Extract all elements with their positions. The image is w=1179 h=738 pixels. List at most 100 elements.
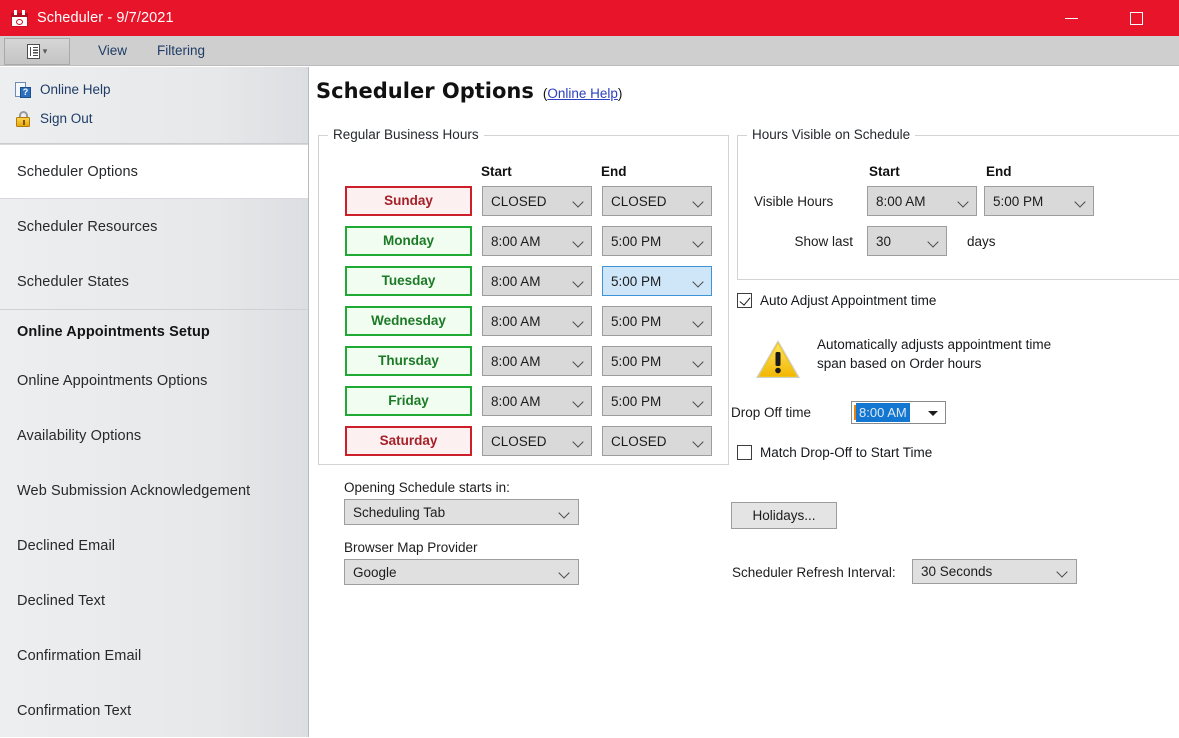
paren-close: ) [617, 86, 623, 101]
end-time-combo-wednesday[interactable]: 5:00 PM [602, 306, 712, 336]
end-time-combo-thursday[interactable]: 5:00 PM [602, 346, 712, 376]
holidays-button[interactable]: Holidays... [731, 502, 837, 529]
end-time-value: 5:00 PM [611, 233, 662, 249]
page-header: Scheduler Options (Online Help) [316, 79, 622, 103]
start-time-combo-thursday[interactable]: 8:00 AM [482, 346, 592, 376]
chevron-down-icon [692, 436, 704, 448]
opening-schedule-combo[interactable]: Scheduling Tab [344, 499, 579, 525]
sidebar-quicklink-label: Online Help [40, 82, 111, 97]
end-time-value: 5:00 PM [611, 313, 662, 329]
sidebar: ? Online Help Sign Out Scheduler Options… [0, 67, 309, 737]
business-hours-row-thursday: Thursday 8:00 AM 5:00 PM [345, 346, 712, 376]
day-chip-wednesday[interactable]: Wednesday [345, 306, 472, 336]
hours-visible-end-header: End [986, 164, 1012, 179]
sidebar-item-availability-options[interactable]: Availability Options [0, 408, 308, 463]
online-help-link[interactable]: Online Help [547, 86, 618, 101]
regular-business-hours-legend: Regular Business Hours [328, 127, 484, 142]
start-time-value: 8:00 AM [491, 353, 541, 369]
auto-adjust-description: Automatically adjusts appointment time s… [817, 335, 1051, 373]
start-time-value: 8:00 AM [491, 233, 541, 249]
help-document-icon: ? [15, 81, 31, 98]
day-chip-thursday[interactable]: Thursday [345, 346, 472, 376]
chevron-down-icon [558, 567, 570, 579]
visible-hours-label: Visible Hours [754, 193, 834, 209]
match-dropoff-checkbox-row[interactable]: Match Drop-Off to Start Time [737, 445, 932, 460]
start-time-value: CLOSED [491, 193, 547, 209]
chevron-down-icon [927, 236, 939, 248]
start-time-combo-tuesday[interactable]: 8:00 AM [482, 266, 592, 296]
sidebar-section-online-appointments-setup: Online Appointments Setup [0, 309, 308, 353]
start-time-combo-wednesday[interactable]: 8:00 AM [482, 306, 592, 336]
show-last-value: 30 [876, 233, 892, 249]
drop-off-time-label: Drop Off time [731, 405, 812, 420]
end-time-value: 5:00 PM [611, 353, 662, 369]
end-time-value: 5:00 PM [611, 393, 662, 409]
business-hours-row-wednesday: Wednesday 8:00 AM 5:00 PM [345, 306, 712, 336]
menu-item-view[interactable]: View [96, 40, 129, 61]
day-chip-friday[interactable]: Friday [345, 386, 472, 416]
start-time-combo-sunday[interactable]: CLOSED [482, 186, 592, 216]
sidebar-item-declined-email[interactable]: Declined Email [0, 518, 308, 573]
start-time-combo-monday[interactable]: 8:00 AM [482, 226, 592, 256]
start-time-combo-saturday[interactable]: CLOSED [482, 426, 592, 456]
start-time-combo-friday[interactable]: 8:00 AM [482, 386, 592, 416]
day-chip-saturday[interactable]: Saturday [345, 426, 472, 456]
sidebar-item-declined-text[interactable]: Declined Text [0, 573, 308, 628]
visible-hours-row: Visible Hours 8:00 AM 5:00 PM [754, 186, 1094, 216]
day-chip-monday[interactable]: Monday [345, 226, 472, 256]
visible-hours-start-combo[interactable]: 8:00 AM [867, 186, 977, 216]
hours-visible-group: Hours Visible on Schedule Start End Visi… [737, 127, 1179, 280]
business-hours-end-header: End [601, 164, 627, 179]
minimize-icon [1064, 17, 1078, 19]
page-help-wrapper: (Online Help) [543, 86, 623, 101]
show-last-label: Show last [794, 233, 853, 249]
refresh-interval-value: 30 Seconds [921, 564, 993, 579]
visible-hours-end-combo[interactable]: 5:00 PM [984, 186, 1094, 216]
day-chip-sunday[interactable]: Sunday [345, 186, 472, 216]
chevron-down-icon [1074, 196, 1086, 208]
business-hours-row-friday: Friday 8:00 AM 5:00 PM [345, 386, 712, 416]
sidebar-item-scheduler-resources[interactable]: Scheduler Resources [0, 199, 308, 254]
auto-adjust-description-line1: Automatically adjusts appointment time [817, 337, 1052, 352]
drop-off-time-combo[interactable]: 8:00 AM [851, 401, 946, 424]
drop-off-time-row: Drop Off time 8:00 AM [731, 401, 946, 424]
end-time-combo-saturday[interactable]: CLOSED [602, 426, 712, 456]
refresh-interval-combo[interactable]: 30 Seconds [912, 559, 1077, 584]
calendar-icon [11, 9, 28, 27]
chevron-down-icon [692, 236, 704, 248]
end-time-combo-sunday[interactable]: CLOSED [602, 186, 712, 216]
chevron-down-icon [572, 436, 584, 448]
opening-schedule-value: Scheduling Tab [353, 504, 446, 520]
start-time-value: 8:00 AM [491, 313, 541, 329]
map-provider-label: Browser Map Provider [344, 540, 478, 555]
chevron-down-icon [572, 196, 584, 208]
menu-item-filtering[interactable]: Filtering [155, 40, 207, 61]
sidebar-item-confirmation-email[interactable]: Confirmation Email [0, 628, 308, 683]
day-chip-tuesday[interactable]: Tuesday [345, 266, 472, 296]
sidebar-nav-list: Scheduler Options Scheduler Resources Sc… [0, 144, 308, 738]
show-last-days-combo[interactable]: 30 [867, 226, 947, 256]
match-dropoff-checkbox[interactable] [737, 445, 752, 460]
sidebar-item-web-submission-acknowledgement[interactable]: Web Submission Acknowledgement [0, 463, 308, 518]
chevron-down-icon[interactable] [928, 411, 938, 416]
end-time-combo-friday[interactable]: 5:00 PM [602, 386, 712, 416]
business-hours-row-tuesday: Tuesday 8:00 AM 5:00 PM [345, 266, 712, 296]
sidebar-item-scheduler-states[interactable]: Scheduler States [0, 254, 308, 309]
maximize-button[interactable] [1113, 0, 1159, 36]
sidebar-item-scheduler-options[interactable]: Scheduler Options [0, 144, 308, 199]
drop-off-time-value: 8:00 AM [856, 403, 910, 422]
sidebar-quicklink-online-help[interactable]: ? Online Help [0, 75, 308, 104]
end-time-combo-tuesday[interactable]: 5:00 PM [602, 266, 712, 296]
minimize-button[interactable] [1048, 0, 1094, 36]
padlock-icon [15, 110, 31, 127]
visible-hours-end-value: 5:00 PM [993, 193, 1044, 209]
chevron-down-icon [957, 196, 969, 208]
sidebar-item-confirmation-text[interactable]: Confirmation Text [0, 683, 308, 738]
sidebar-quicklinks: ? Online Help Sign Out [0, 67, 308, 144]
sidebar-item-online-appointments-options[interactable]: Online Appointments Options [0, 353, 308, 408]
map-provider-value: Google [353, 564, 397, 580]
end-time-combo-monday[interactable]: 5:00 PM [602, 226, 712, 256]
sidebar-quicklink-sign-out[interactable]: Sign Out [0, 104, 308, 133]
application-menu-button[interactable]: ▾ [4, 37, 70, 65]
map-provider-combo[interactable]: Google [344, 559, 579, 585]
